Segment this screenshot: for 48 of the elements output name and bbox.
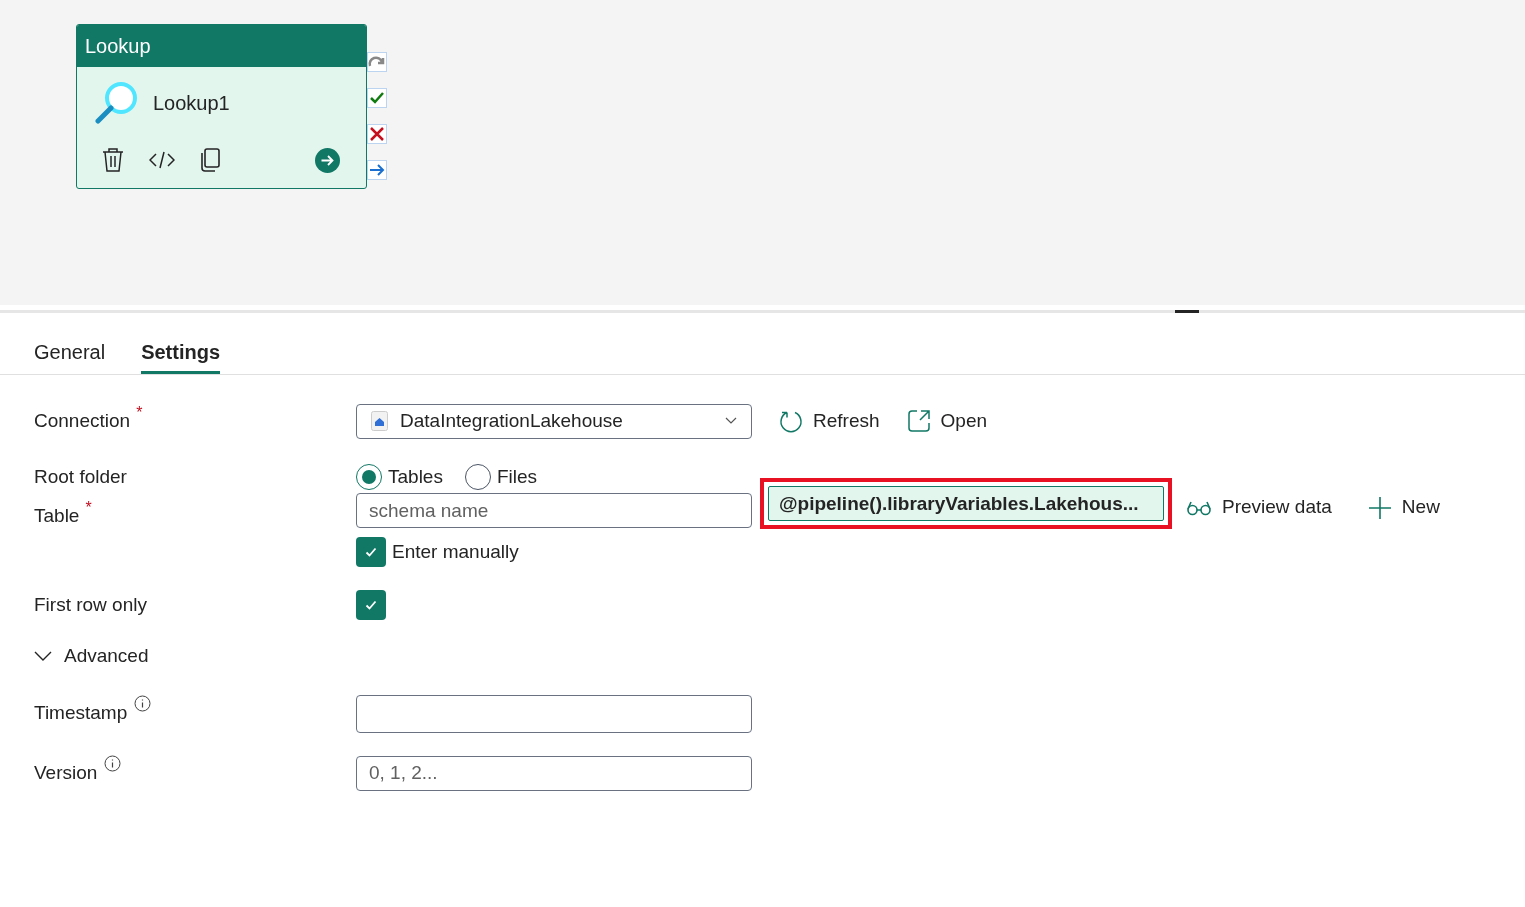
activity-card[interactable]: Lookup Lookup1 (76, 24, 367, 189)
field-label: Timestamp (34, 701, 128, 726)
field-label: Table (34, 504, 80, 528)
cross-icon[interactable] (367, 124, 387, 144)
trash-icon[interactable] (101, 147, 125, 173)
checkbox[interactable] (356, 590, 386, 620)
radio-option[interactable]: Tables (356, 462, 443, 492)
refresh-button[interactable]: Refresh (779, 406, 880, 436)
checkmark-icon (364, 545, 378, 559)
copy-icon[interactable] (199, 148, 221, 172)
code-icon[interactable] (149, 150, 175, 170)
chevron-down-icon (725, 417, 737, 425)
plus-icon (1367, 495, 1392, 520)
preview-data-button[interactable]: Preview data (1186, 493, 1332, 522)
arrow-circle-icon[interactable] (315, 147, 340, 173)
checkbox[interactable] (356, 537, 386, 567)
checkbox-label: Enter manually (392, 539, 519, 564)
field-label: First row only (34, 592, 147, 617)
resize-handle[interactable] (1175, 310, 1199, 313)
info-icon (134, 695, 152, 713)
info-icon (104, 754, 122, 772)
activity-name: Lookup1 (153, 91, 230, 116)
required-asterisk: * (85, 498, 92, 518)
checkmark-icon (364, 598, 378, 612)
table-name-field[interactable]: @pipeline().libraryVariables.Lakehous... (768, 486, 1164, 521)
open-external-icon (906, 409, 931, 433)
field-label: Connection (34, 408, 131, 433)
activity-type: Lookup (85, 34, 151, 59)
glasses-icon (1186, 499, 1212, 516)
chevron-icon (34, 651, 52, 662)
tab[interactable]: Settings (141, 312, 221, 374)
dropdown-value: DataIntegrationLakehouse (400, 408, 624, 433)
schema-name-field[interactable]: schema name (356, 493, 752, 528)
connection-dropdown[interactable]: DataIntegrationLakehouse (356, 403, 752, 439)
timestamp-field[interactable] (356, 694, 752, 733)
field-label: Root folder (34, 464, 127, 489)
checkmark-icon[interactable] (367, 88, 387, 108)
magnifier-icon (95, 81, 139, 125)
advanced-toggle[interactable]: Advanced (34, 642, 149, 671)
open-button[interactable]: Open (906, 406, 987, 436)
radio-option[interactable]: Files (464, 462, 538, 492)
lakehouse-icon (371, 411, 388, 431)
tab[interactable]: General (34, 312, 106, 374)
required-asterisk: * (136, 402, 143, 423)
new-button[interactable]: New (1367, 493, 1440, 522)
refresh-icon (779, 409, 803, 433)
version-field[interactable]: 0, 1, 2... (356, 755, 752, 791)
field-label: Version (34, 760, 98, 785)
